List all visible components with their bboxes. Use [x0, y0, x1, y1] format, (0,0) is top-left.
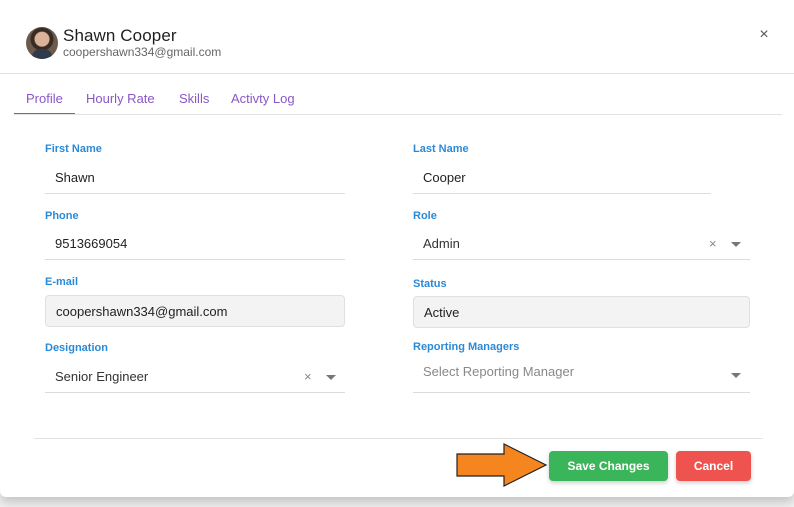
chevron-down-icon[interactable] [731, 373, 741, 378]
phone-field[interactable]: 9513669054 [45, 228, 345, 260]
designation-select[interactable]: Senior Engineer [45, 361, 345, 393]
close-icon[interactable]: × [756, 26, 772, 44]
clear-icon[interactable]: × [709, 228, 717, 260]
edit-user-modal: Shawn Cooper coopershawn334@gmail.com × … [0, 0, 794, 497]
clear-icon[interactable]: × [304, 361, 312, 393]
role-value: Admin [423, 236, 460, 251]
reporting-managers-placeholder: Select Reporting Manager [423, 364, 575, 379]
arrow-right-icon [456, 443, 548, 487]
avatar [26, 27, 58, 59]
save-changes-button[interactable]: Save Changes [549, 451, 668, 481]
last-name-field[interactable]: Cooper [413, 162, 711, 194]
reporting-managers-select[interactable]: Select Reporting Manager [413, 357, 750, 393]
role-select[interactable]: Admin [413, 228, 750, 260]
tab-hourly-rate[interactable]: Hourly Rate [74, 82, 167, 115]
designation-label: Designation [45, 342, 108, 354]
designation-value: Senior Engineer [55, 369, 149, 384]
tab-profile[interactable]: Profile [14, 82, 75, 115]
user-email: coopershawn334@gmail.com [63, 45, 222, 59]
cancel-button[interactable]: Cancel [676, 451, 751, 481]
header-divider [0, 73, 794, 74]
chevron-down-icon[interactable] [731, 242, 741, 247]
reporting-managers-label: Reporting Managers [413, 341, 520, 353]
role-label: Role [413, 210, 437, 222]
phone-label: Phone [45, 210, 79, 222]
status-label: Status [413, 278, 447, 290]
tab-skills[interactable]: Skills [167, 82, 221, 115]
chevron-down-icon[interactable] [326, 375, 336, 380]
email-label: E-mail [45, 276, 79, 288]
footer-divider [34, 438, 763, 439]
status-field[interactable]: Active [413, 296, 750, 328]
tabs-divider [14, 114, 782, 115]
tab-activity-log[interactable]: Activty Log [219, 82, 307, 115]
user-name: Shawn Cooper [63, 26, 177, 45]
last-name-label: Last Name [413, 143, 469, 155]
first-name-label: First Name [45, 143, 102, 155]
email-field[interactable]: coopershawn334@gmail.com [45, 295, 345, 327]
first-name-field[interactable]: Shawn [45, 162, 345, 194]
